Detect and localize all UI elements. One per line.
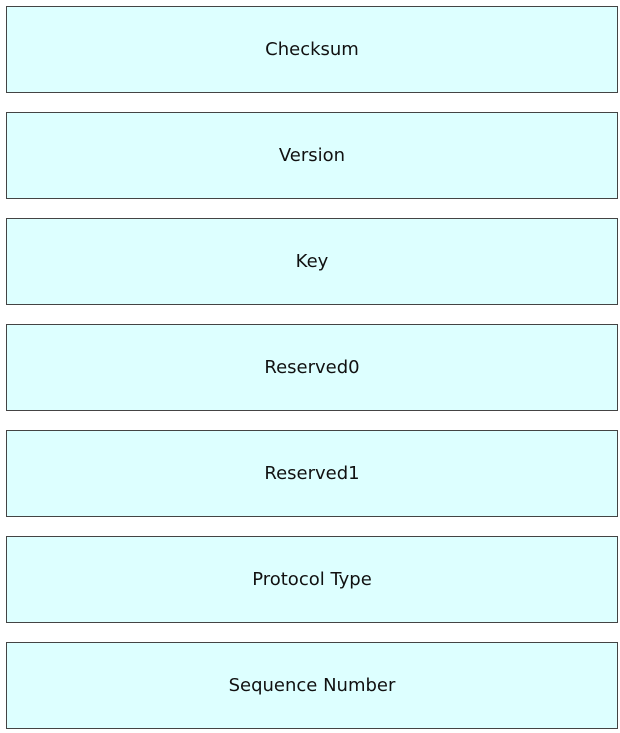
field-version: Version xyxy=(6,112,618,199)
header-field-stack: Checksum Version Key Reserved0 Reserved1… xyxy=(6,6,618,729)
field-label: Version xyxy=(278,145,346,166)
field-label: Checksum xyxy=(265,39,359,60)
field-label: Key xyxy=(295,251,329,272)
field-label: Reserved1 xyxy=(264,463,360,484)
field-sequence-number: Sequence Number xyxy=(6,642,618,729)
field-protocol-type: Protocol Type xyxy=(6,536,618,623)
field-checksum: Checksum xyxy=(6,6,618,93)
field-label: Reserved0 xyxy=(264,357,360,378)
field-label: Sequence Number xyxy=(228,675,396,696)
field-reserved0: Reserved0 xyxy=(6,324,618,411)
field-key: Key xyxy=(6,218,618,305)
field-reserved1: Reserved1 xyxy=(6,430,618,517)
field-label: Protocol Type xyxy=(252,569,372,590)
